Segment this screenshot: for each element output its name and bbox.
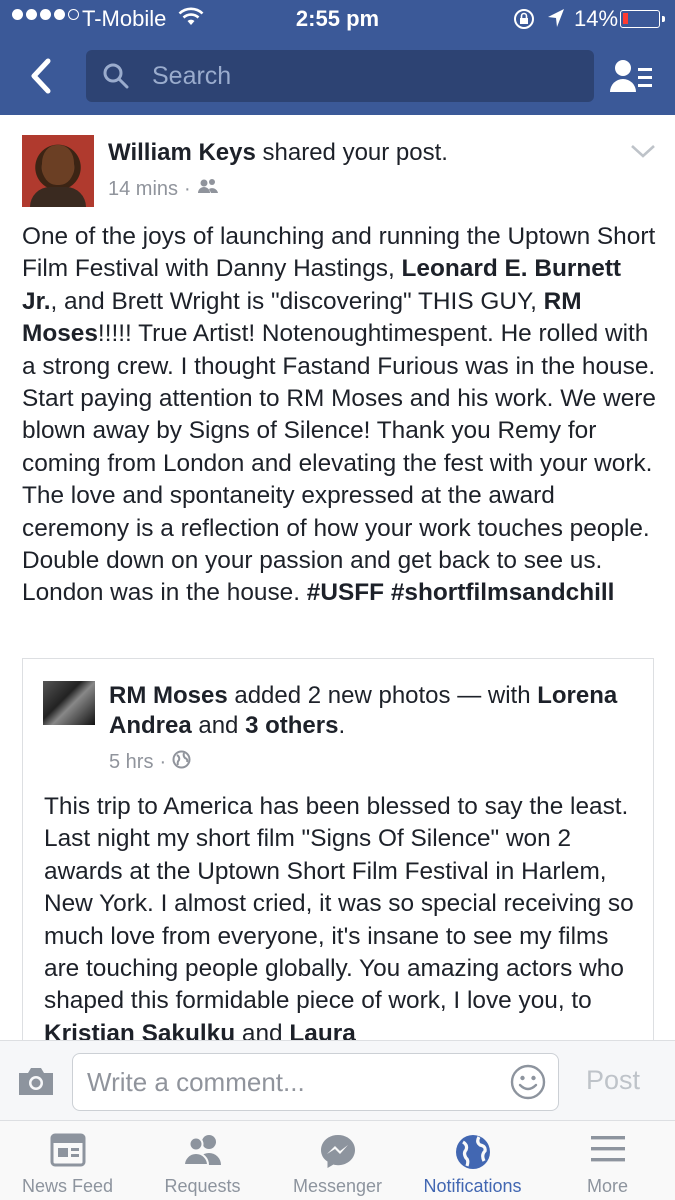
author-name[interactable]: William Keys (108, 139, 256, 166)
smiley-icon (510, 1064, 546, 1100)
tab-label: Notifications (423, 1176, 522, 1196)
tab-label: More (586, 1176, 628, 1196)
messenger-icon (320, 1135, 355, 1168)
requests-icon (182, 1135, 221, 1166)
top-bar: T-Mobile 2:55 pm 14% (0, 0, 675, 115)
tab-label: Requests (164, 1176, 241, 1196)
news-feed-icon (50, 1133, 85, 1167)
shared-author-name[interactable]: RM Moses (109, 682, 228, 709)
tab-notifications[interactable]: Notifications (405, 1121, 540, 1200)
camera-icon (19, 1068, 53, 1095)
tab-bar: News Feed Requests Messenger Notificatio… (0, 1120, 675, 1200)
shared-post-thumbnail[interactable] (43, 681, 95, 725)
tab-messenger[interactable]: Messenger (270, 1121, 405, 1200)
chevron-left-icon (31, 58, 51, 94)
camera-button[interactable] (16, 1065, 56, 1102)
avatar[interactable] (22, 135, 94, 207)
shared-post-body: This trip to America has been blessed to… (44, 791, 644, 1050)
search-input[interactable] (152, 58, 572, 94)
rotation-lock-icon (513, 8, 535, 36)
post-header: William Keys shared your post. (108, 139, 448, 167)
shared-post-meta: 5 hrs · (109, 750, 191, 775)
post-time[interactable]: 14 mins (108, 178, 178, 201)
tab-label: News Feed (21, 1176, 114, 1196)
shared-post-header: RM Moses added 2 new photos — with Loren… (109, 681, 629, 741)
tab-requests[interactable]: Requests (135, 1121, 270, 1200)
post-action: shared your post. (262, 139, 448, 166)
friends-list-icon (610, 60, 652, 92)
location-arrow-icon (546, 7, 566, 35)
tagged-others-link[interactable]: 3 others (245, 712, 338, 739)
meta-separator: · (159, 751, 167, 773)
battery-percent: 14% (574, 6, 619, 31)
battery-icon (620, 10, 665, 28)
shared-period: . (338, 712, 346, 739)
body-text (384, 579, 391, 606)
shared-post-time[interactable]: 5 hrs (109, 751, 153, 774)
friends-icon (197, 177, 219, 201)
notifications-globe-icon (455, 1135, 490, 1169)
status-bar: T-Mobile 2:55 pm 14% (0, 0, 675, 38)
comment-input-box[interactable] (72, 1053, 559, 1111)
shared-and: and (191, 712, 246, 739)
globe-icon (172, 750, 191, 775)
body-text: This trip to America has been blessed to… (44, 793, 634, 1015)
chevron-down-icon (631, 145, 655, 158)
tab-news-feed[interactable]: News Feed (0, 1121, 135, 1200)
comment-input[interactable] (87, 1064, 487, 1100)
menu-icon (590, 1136, 625, 1162)
tab-more[interactable]: More (540, 1121, 675, 1200)
friends-list-button[interactable] (608, 56, 656, 96)
body-text: !!!!! True Artist! Notenoughtimespent. H… (22, 320, 656, 607)
post-meta: 14 mins · (108, 177, 219, 201)
search-icon (102, 62, 130, 95)
back-button[interactable] (24, 56, 60, 96)
mention-link[interactable]: #USFF (307, 579, 384, 606)
body-text: , and Brett Wright is "discovering" THIS… (50, 287, 544, 315)
emoji-button[interactable] (510, 1064, 546, 1105)
tab-label: Messenger (292, 1176, 383, 1196)
comment-bar: Post (0, 1040, 675, 1120)
search-bar[interactable] (86, 50, 594, 102)
post-options-button[interactable] (630, 143, 656, 164)
meta-separator: · (184, 177, 191, 200)
post-body: One of the joys of launching and running… (22, 221, 662, 610)
shared-action: added 2 new photos — with (227, 682, 538, 709)
mention-link[interactable]: #shortfilmsandchill (391, 579, 615, 606)
post-comment-button[interactable]: Post (586, 1065, 640, 1096)
